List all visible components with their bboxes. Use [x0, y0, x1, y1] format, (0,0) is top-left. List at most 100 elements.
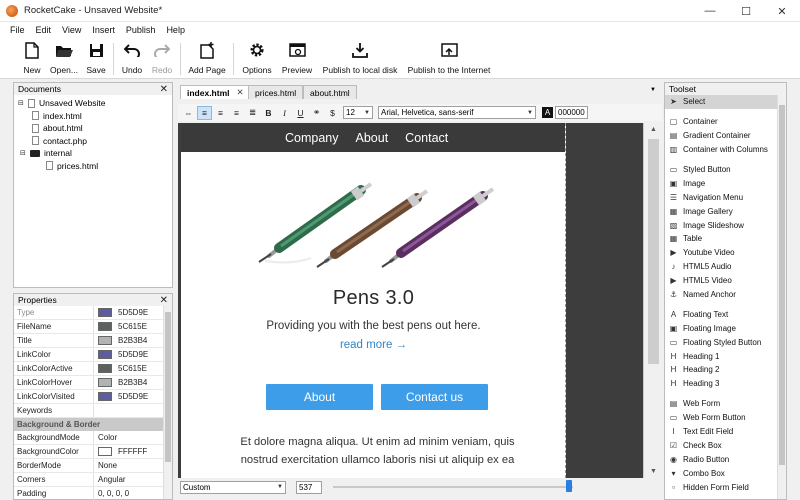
tool-item[interactable]: ▦ Image Gallery [665, 204, 786, 218]
page-size-preset-select[interactable]: Custom ▼ [180, 480, 286, 494]
close-tab-icon[interactable]: ✕ [237, 87, 244, 98]
menu-edit[interactable]: Edit [36, 25, 52, 35]
block-format-icon[interactable]: ⇔ [181, 106, 196, 120]
tab-prices-html[interactable]: prices.html [248, 85, 304, 99]
align-center-icon[interactable]: ≡ [213, 106, 228, 120]
close-icon[interactable]: ✕ [160, 295, 168, 306]
property-row[interactable]: BackgroundMode Color [14, 431, 172, 445]
font-family-select[interactable]: Arial, Helvetica, sans-serif ▼ [378, 106, 536, 119]
menu-publish[interactable]: Publish [126, 25, 156, 35]
text-color-field[interactable]: 000000 [555, 106, 588, 119]
canvas-vertical-scrollbar[interactable]: ▲ ▼ [643, 123, 662, 478]
page-width-field[interactable]: 537 [296, 480, 322, 494]
color-swatch[interactable] [98, 378, 112, 387]
color-swatch[interactable] [98, 392, 112, 401]
tool-item[interactable]: ▤ Gradient Container [665, 129, 786, 143]
tool-item[interactable]: A Floating Text [665, 307, 786, 321]
property-row[interactable]: LinkColorActive 5C615E [14, 362, 172, 376]
align-right-icon[interactable]: ≡ [229, 106, 244, 120]
tree-item-about[interactable]: about.html [18, 122, 172, 135]
property-value[interactable]: 5C615E [94, 364, 147, 373]
property-value[interactable]: None [94, 461, 117, 470]
about-button[interactable]: About [266, 384, 373, 410]
menu-file[interactable]: File [10, 25, 25, 35]
property-value[interactable]: 5D5D9E [94, 308, 148, 317]
page-width-slider-track[interactable] [333, 486, 573, 488]
property-row[interactable]: LinkColor 5D5D9E [14, 348, 172, 362]
tool-item[interactable]: H Heading 2 [665, 363, 786, 377]
scrollbar-thumb[interactable] [779, 105, 785, 465]
tree-item-contact[interactable]: contact.php [18, 135, 172, 148]
preview-button[interactable]: Preview [280, 40, 314, 78]
tool-item[interactable]: ▭ Floating Styled Button [665, 335, 786, 349]
contact-us-button[interactable]: Contact us [381, 384, 488, 410]
tree-item-internal-folder[interactable]: ⊟ internal [18, 147, 172, 160]
scrollbar-thumb[interactable] [648, 139, 659, 364]
property-row[interactable]: LinkColorHover B2B3B4 [14, 376, 172, 390]
tool-item[interactable]: ⚓ Named Anchor [665, 288, 786, 302]
color-swatch[interactable] [98, 336, 112, 345]
color-swatch[interactable] [98, 364, 112, 373]
property-row[interactable]: LinkColorVisited 5D5D9E [14, 390, 172, 404]
font-size-select[interactable]: 12 ▼ [343, 106, 373, 119]
tool-item[interactable]: ▥ Container with Columns [665, 143, 786, 157]
property-value[interactable]: B2B3B4 [94, 378, 147, 387]
tool-item[interactable]: ▶ Youtube Video [665, 246, 786, 260]
property-row[interactable]: BorderMode None [14, 459, 172, 473]
property-value[interactable]: FFFFFF [94, 447, 147, 456]
dollar-icon[interactable]: $ [325, 106, 340, 120]
new-button[interactable]: New [20, 40, 44, 78]
color-swatch[interactable] [98, 350, 112, 359]
publish-local-button[interactable]: Publish to local disk [320, 40, 400, 78]
nav-link-about[interactable]: About [356, 131, 389, 145]
page-preview[interactable]: Company About Contact Pens 3.0 Providing… [181, 123, 566, 478]
tool-item[interactable]: ▤ Web Form [665, 397, 786, 411]
property-value[interactable]: 5D5D9E [94, 392, 148, 401]
property-value[interactable]: B2B3B4 [94, 336, 147, 345]
publish-internet-button[interactable]: Publish to the Internet [405, 40, 493, 78]
scroll-down-icon[interactable]: ▼ [644, 468, 663, 475]
color-swatch[interactable] [98, 322, 112, 331]
page-navigation-menu[interactable]: Company About Contact [181, 123, 565, 152]
color-swatch[interactable] [98, 308, 112, 317]
tool-item[interactable]: ▭ Styled Button [665, 163, 786, 177]
tree-item-prices[interactable]: prices.html [18, 160, 172, 173]
tool-item[interactable]: ▾ Combo Box [665, 466, 786, 480]
tool-item[interactable]: ▶ HTML5 Video [665, 274, 786, 288]
menu-help[interactable]: Help [166, 25, 185, 35]
property-value[interactable]: 0, 0, 0, 0 [94, 489, 129, 498]
property-value[interactable]: 5C615E [94, 322, 147, 331]
close-button[interactable]: ✕ [764, 0, 800, 22]
page-width-slider-handle[interactable] [566, 480, 572, 492]
property-row[interactable]: Corners Angular [14, 473, 172, 487]
text-color-icon[interactable]: A [542, 107, 553, 118]
toolset-scrollbar[interactable] [777, 95, 786, 499]
tree-item-root[interactable]: ⊟ Unsaved Website [18, 97, 172, 110]
tree-item-index[interactable]: index.html [18, 110, 172, 123]
properties-scrollbar[interactable] [163, 306, 172, 499]
save-button[interactable]: Save [84, 40, 108, 78]
property-row[interactable]: BackgroundColor FFFFFF [14, 445, 172, 459]
read-more-link[interactable]: read more → [181, 339, 566, 351]
tool-item[interactable]: ▦ Table [665, 232, 786, 246]
property-section-header[interactable]: Background & Border [14, 418, 172, 431]
tool-item[interactable]: ▧ Image Slideshow [665, 218, 786, 232]
maximize-button[interactable]: ☐ [728, 0, 764, 22]
options-button[interactable]: Options [240, 40, 274, 78]
add-page-button[interactable]: Add Page [187, 40, 227, 78]
collapse-icon[interactable]: ⊟ [18, 99, 26, 107]
undo-button[interactable]: Undo [119, 40, 145, 78]
scrollbar-thumb[interactable] [165, 312, 171, 462]
align-left-icon[interactable]: ≡ [197, 105, 212, 120]
underline-icon[interactable]: U [293, 106, 308, 120]
tab-list-dropdown-icon[interactable]: ▼ [650, 87, 656, 93]
property-value[interactable]: Color [94, 433, 117, 442]
hero-subtitle[interactable]: Providing you with the best pens out her… [181, 320, 566, 332]
tab-index-html[interactable]: index.html ✕ [180, 85, 251, 99]
tool-item[interactable]: H Heading 1 [665, 349, 786, 363]
property-row[interactable]: FileName 5C615E [14, 320, 172, 334]
tool-item[interactable]: ▣ Floating Image [665, 321, 786, 335]
property-value[interactable]: Angular [94, 475, 126, 484]
property-value[interactable]: 5D5D9E [94, 350, 148, 359]
property-row[interactable]: Padding 0, 0, 0, 0 [14, 487, 172, 500]
